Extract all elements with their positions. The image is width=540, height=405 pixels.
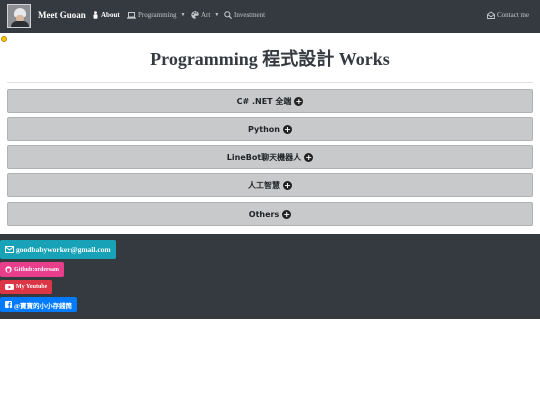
nav-about[interactable]: About: [92, 11, 120, 19]
page-title: Programming 程式設計 Works: [150, 49, 390, 69]
section-csharp-button[interactable]: C# .NET 全端 +: [7, 89, 533, 113]
github-label: Github:ordersam: [14, 266, 59, 273]
nav-about-label: About: [101, 11, 120, 19]
nav-programming[interactable]: Programming ▼: [127, 11, 185, 19]
envelope-open-icon: [487, 11, 495, 19]
laptop-icon: [127, 11, 136, 19]
nav-contact[interactable]: Contact me: [487, 11, 529, 19]
nav-art-label: Art: [201, 11, 211, 19]
facebook-icon: [5, 301, 12, 308]
section-linebot-button[interactable]: LineBot聊天機器人 +: [7, 145, 533, 169]
section-label: 人工智慧: [248, 180, 280, 190]
chevron-down-icon: ▼: [180, 12, 186, 18]
facebook-button[interactable]: @寶寶的小小存錢筒: [0, 297, 78, 312]
nav-art[interactable]: Art ▼: [191, 11, 219, 19]
envelope-icon: [5, 246, 14, 253]
section-ai-button[interactable]: 人工智慧 +: [7, 173, 533, 197]
youtube-label: My Youtube: [16, 284, 48, 290]
person-icon: [93, 11, 98, 19]
brand-name[interactable]: Meet Guoan: [38, 10, 86, 20]
nav-contact-label: Contact me: [497, 11, 530, 19]
brand-avatar[interactable]: [7, 4, 31, 28]
section-label: Others: [248, 209, 280, 219]
plus-circle-icon: +: [294, 96, 304, 106]
title-divider: [7, 82, 533, 83]
plus-circle-icon: +: [304, 152, 314, 162]
search-dollar-icon: [224, 11, 232, 19]
plus-circle-icon: +: [283, 180, 292, 190]
section-label: C# .NET 全端: [236, 96, 292, 106]
youtube-button[interactable]: My Youtube: [0, 280, 53, 294]
nav-investment-label: Investment: [234, 11, 266, 19]
plus-circle-icon: +: [282, 124, 292, 134]
nav-investment[interactable]: Investment: [224, 11, 265, 19]
top-navbar: Meet Guoan About Programming ▼ Art ▼ Inv…: [0, 0, 540, 33]
section-label: LineBot聊天機器人: [226, 152, 302, 162]
github-icon: [5, 266, 12, 273]
nav-programming-label: Programming: [138, 11, 177, 19]
section-label: Python: [248, 124, 280, 134]
youtube-icon: [5, 284, 14, 290]
email-label: goodbabyworker@gmail.com: [16, 245, 111, 254]
email-button[interactable]: goodbabyworker@gmail.com: [0, 240, 116, 259]
github-button[interactable]: Github:ordersam: [0, 262, 64, 277]
facebook-label: @寶寶的小小存錢筒: [14, 302, 73, 310]
palette-icon: [191, 11, 199, 19]
section-others-button[interactable]: Others +: [7, 202, 533, 226]
avatar-body: [11, 21, 29, 27]
section-python-button[interactable]: Python +: [7, 117, 533, 141]
status-dot-icon: [1, 36, 7, 42]
chevron-down-icon: ▼: [214, 12, 220, 18]
plus-circle-icon: +: [282, 209, 292, 219]
